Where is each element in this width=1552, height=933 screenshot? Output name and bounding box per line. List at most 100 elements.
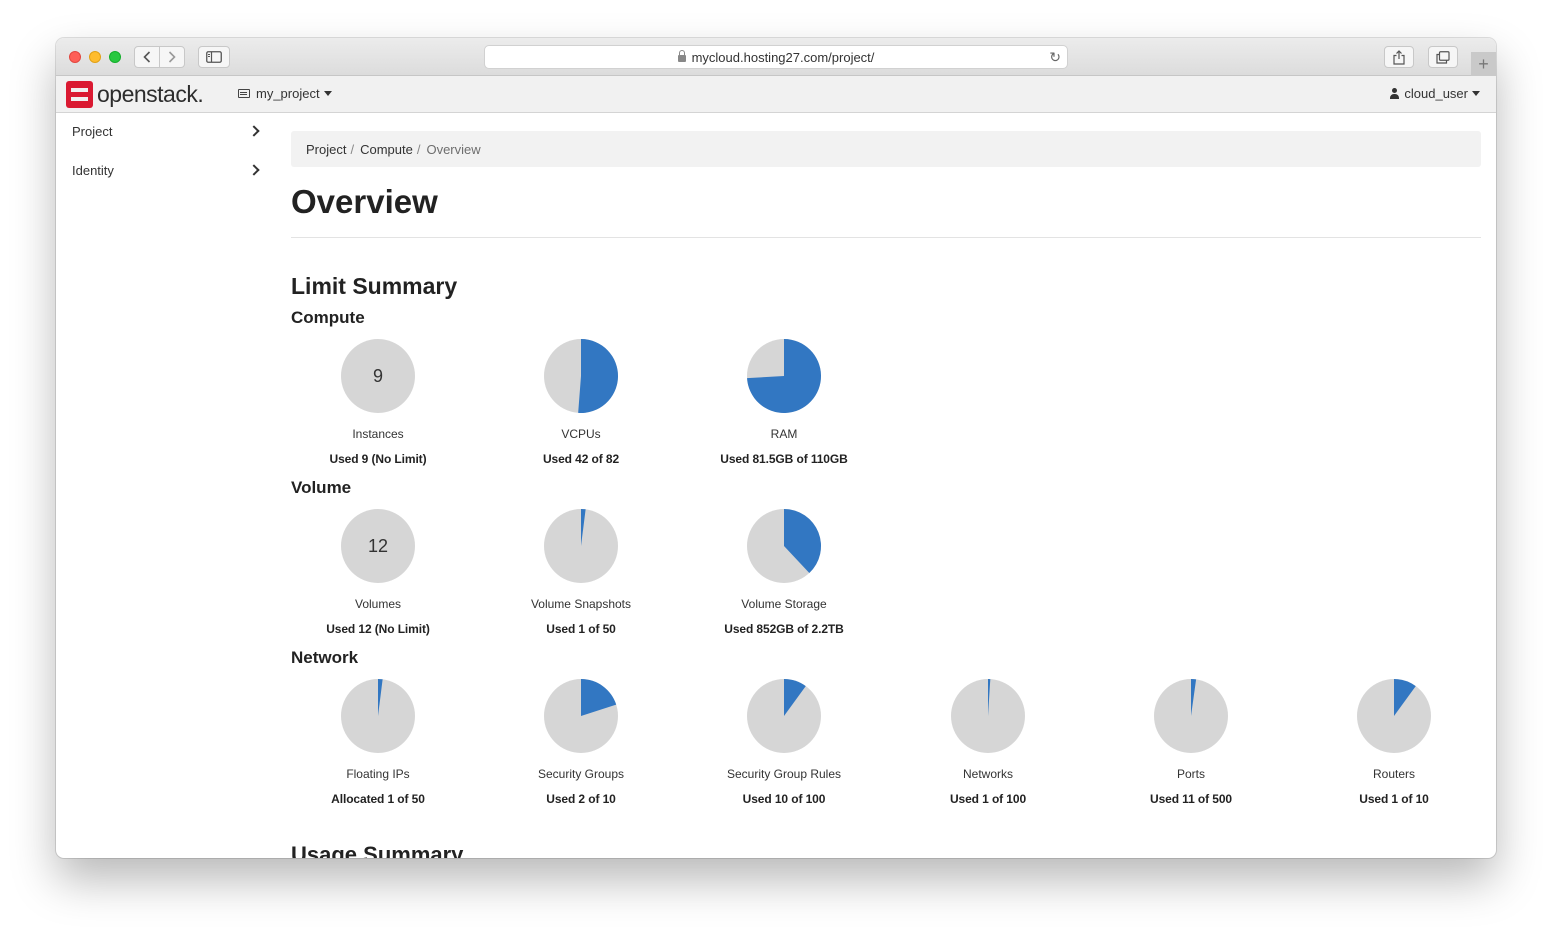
breadcrumb-separator: / xyxy=(416,141,421,157)
limit-summary-heading: Limit Summary xyxy=(291,273,458,299)
share-icon xyxy=(1393,49,1405,65)
pie-label: Instances xyxy=(352,427,404,441)
sidebar-item-project[interactable]: Project xyxy=(72,119,262,143)
openstack-logo[interactable]: openstack. xyxy=(66,81,204,108)
reload-icon[interactable]: ↻ xyxy=(1049,49,1061,66)
chevron-right-icon xyxy=(248,125,260,137)
usage-summary-heading: Usage Summary xyxy=(291,842,464,858)
pie-chart xyxy=(747,509,821,583)
pie-usage-text: Used 12 (No Limit) xyxy=(326,622,430,636)
forward-button[interactable] xyxy=(159,46,185,68)
breadcrumb-overview: Overview xyxy=(426,141,481,157)
pie-usage-text: Used 1 of 100 xyxy=(949,792,1027,806)
title-divider xyxy=(291,237,1481,238)
pie-count-value: 9 xyxy=(373,366,383,386)
user-icon xyxy=(1390,88,1400,99)
browser-window: mycloud.hosting27.com/project/ ↻ + opens… xyxy=(56,38,1496,858)
volume-heading: Volume xyxy=(291,478,352,497)
chevron-right-icon xyxy=(248,164,260,176)
pie-usage-text: Allocated 1 of 50 xyxy=(331,792,425,806)
pie-label: Security Groups xyxy=(537,767,625,781)
limit-chart-floating-ips: Floating IPs Allocated 1 of 50 xyxy=(288,678,468,806)
user-name: cloud_user xyxy=(1404,86,1468,101)
pie-label: Security Group Rules xyxy=(726,767,842,781)
pie-chart xyxy=(544,679,618,753)
chevron-right-icon xyxy=(168,51,176,63)
sidebar-icon xyxy=(206,51,222,63)
pie-label: Floating IPs xyxy=(346,767,410,781)
limit-chart-instances: 9 Instances Used 9 (No Limit) xyxy=(288,338,468,466)
pie-chart xyxy=(1357,679,1431,753)
url-text: mycloud.hosting27.com/project/ xyxy=(691,49,875,65)
breadcrumb-project[interactable]: Project xyxy=(306,142,346,157)
project-icon xyxy=(238,89,250,98)
pie-label: Routers xyxy=(1372,767,1416,781)
app-header: openstack. my_project cloud_user xyxy=(56,76,1496,113)
back-button[interactable] xyxy=(134,46,160,68)
limit-chart-ram: RAM Used 81.5GB of 110GB xyxy=(694,338,874,466)
pie-usage-text: Used 11 of 500 xyxy=(1150,792,1232,806)
pie-label: Volume Snapshots xyxy=(530,597,632,611)
pie-chart xyxy=(951,679,1025,753)
pie-chart xyxy=(341,679,415,753)
browser-toolbar: mycloud.hosting27.com/project/ ↻ + xyxy=(56,38,1496,76)
pie-usage-text: Used 1 of 10 xyxy=(1359,792,1429,806)
pie-usage-text: Used 42 of 82 xyxy=(542,452,620,466)
caret-down-icon xyxy=(323,91,332,96)
tabs-icon xyxy=(1436,50,1450,64)
pie-label: Networks xyxy=(962,767,1013,781)
limit-chart-security-groups: Security Groups Used 2 of 10 xyxy=(491,678,671,806)
pie-chart: 9 xyxy=(341,339,415,413)
network-heading: Network xyxy=(291,648,359,667)
limit-chart-networks: Networks Used 1 of 100 xyxy=(898,678,1078,806)
sidebar-item-identity[interactable]: Identity xyxy=(72,158,262,182)
breadcrumb-separator: / xyxy=(350,141,355,157)
project-name: my_project xyxy=(256,86,320,101)
pie-used-slice xyxy=(578,339,618,413)
pie-chart xyxy=(544,509,618,583)
address-bar[interactable]: mycloud.hosting27.com/project/ ↻ xyxy=(484,45,1068,69)
limit-chart-routers: Routers Used 1 of 10 xyxy=(1304,678,1484,806)
pie-usage-text: Used 852GB of 2.2TB xyxy=(724,622,844,636)
limit-chart-security-group-rules: Security Group Rules Used 10 of 100 xyxy=(694,678,874,806)
breadcrumb: Project / Compute / Overview xyxy=(291,131,1481,167)
pie-label: VCPUs xyxy=(561,427,601,441)
pie-label: Volumes xyxy=(354,597,402,611)
pie-label: Ports xyxy=(1176,767,1205,781)
project-selector[interactable]: my_project xyxy=(238,86,332,101)
limit-chart-volumes: 12 Volumes Used 12 (No Limit) xyxy=(288,508,468,636)
pie-chart xyxy=(544,339,618,413)
chevron-left-icon xyxy=(143,51,151,63)
logo-text: openstack. xyxy=(97,81,204,107)
new-tab-button[interactable]: + xyxy=(1471,52,1496,76)
pie-label: RAM xyxy=(770,427,798,441)
pie-chart xyxy=(747,679,821,753)
pie-count-value: 12 xyxy=(368,536,388,556)
sidebar-toggle-button[interactable] xyxy=(198,46,230,68)
compute-heading: Compute xyxy=(291,308,365,327)
limit-chart-vcpus: VCPUs Used 42 of 82 xyxy=(491,338,671,466)
share-button[interactable] xyxy=(1384,46,1414,68)
limit-chart-ports: Ports Used 11 of 500 xyxy=(1101,678,1281,806)
user-menu[interactable]: cloud_user xyxy=(1390,86,1480,101)
pie-chart xyxy=(1154,679,1228,753)
pie-chart: 12 xyxy=(341,509,415,583)
close-window-button[interactable] xyxy=(69,51,81,63)
tab-overview-button[interactable] xyxy=(1428,46,1458,68)
pie-usage-text: Used 2 of 10 xyxy=(546,792,616,806)
zoom-window-button[interactable] xyxy=(109,51,121,63)
minimize-window-button[interactable] xyxy=(89,51,101,63)
pie-usage-text: Used 9 (No Limit) xyxy=(329,452,427,466)
sidebar-item-label: Identity xyxy=(72,162,114,178)
limit-chart-volume-storage: Volume Storage Used 852GB of 2.2TB xyxy=(694,508,874,636)
lock-icon xyxy=(677,49,686,62)
pie-label: Volume Storage xyxy=(741,597,827,611)
openstack-logo-icon xyxy=(66,81,93,108)
pie-chart xyxy=(747,339,821,413)
breadcrumb-compute[interactable]: Compute xyxy=(360,142,413,157)
caret-down-icon xyxy=(1472,91,1480,96)
sidebar-item-label: Project xyxy=(72,123,113,139)
limit-chart-volume-snapshots: Volume Snapshots Used 1 of 50 xyxy=(491,508,671,636)
page-title: Overview xyxy=(291,183,438,220)
pie-usage-text: Used 81.5GB of 110GB xyxy=(720,452,848,466)
